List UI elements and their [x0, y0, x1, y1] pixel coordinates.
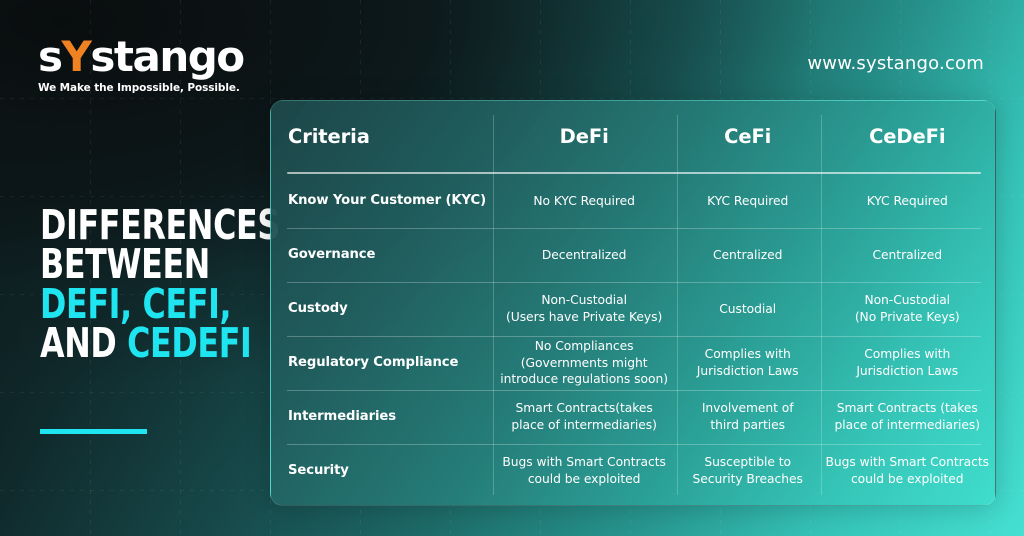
headline-accent-cedefi: CEDEFI	[127, 319, 252, 368]
cell-cefi: Custodial	[719, 301, 777, 316]
row-criteria-label: Custody	[288, 300, 348, 316]
header-cedefi: CeDeFi	[869, 125, 946, 148]
table-row: Security Bugs with Smart Contracts could b…	[271, 444, 995, 498]
cell-cefi: Complies with Jurisdiction Laws	[696, 347, 799, 378]
cell-cedefi: Centralized	[872, 247, 943, 262]
infographic-canvas: sYstango We Make the Impossible, Possibl…	[0, 0, 1024, 536]
header-cefi: CeFi	[724, 125, 772, 148]
cell-cedefi: Smart Contracts (takes place of intermedi…	[834, 401, 981, 432]
brand-logo: sYstango We Make the Impossible, Possibl…	[38, 36, 288, 95]
cell-defi: Decentralized	[541, 247, 627, 262]
row-criteria-label: Intermediaries	[288, 408, 397, 424]
header-criteria: Criteria	[288, 125, 370, 148]
logo-wordmark: sYstango	[38, 36, 288, 78]
cell-cefi: Centralized	[712, 247, 783, 262]
row-criteria-label: Governance	[288, 246, 376, 262]
headline-underline-bar	[40, 429, 147, 434]
cell-cefi: Susceptible to Security Breaches	[692, 455, 803, 486]
cell-defi: No KYC Required	[533, 193, 635, 208]
table-row: Custody Non-Custodial (Users have Private …	[271, 282, 995, 336]
header-defi: DeFi	[559, 125, 609, 148]
cell-defi: Bugs with Smart Contracts could be exploi…	[502, 455, 666, 486]
cell-cefi: KYC Required	[707, 193, 789, 208]
cell-cedefi: Complies with Jurisdiction Laws	[856, 347, 959, 378]
row-criteria-label: Know Your Customer (KYC)	[288, 192, 487, 208]
comparison-table: Criteria DeFi CeFi CeDeFi Know Your Cust…	[270, 100, 996, 506]
table-row: Governance Decentralized Centralized Centra…	[271, 228, 995, 282]
headline-and: AND	[40, 319, 128, 368]
row-criteria-label: Security	[288, 462, 349, 478]
logo-tagline: We Make the Impossible, Possible.	[38, 82, 240, 94]
cell-cedefi: KYC Required	[866, 193, 948, 208]
logo-text-post: stango	[90, 32, 245, 81]
page-title: DIFFERENCES BETWEEN DEFI, CEFI, AND CEDE…	[40, 204, 280, 364]
cell-defi: Smart Contracts(takes place of intermedia…	[511, 401, 657, 432]
cell-cefi: Involvement of third parties	[701, 401, 794, 432]
logo-text-pre: s	[38, 32, 63, 81]
cell-defi: Non-Custodial (Users have Private Keys)	[506, 293, 663, 324]
table-row: Know Your Customer (KYC) No KYC Required K…	[271, 174, 995, 228]
headline-line-4: AND CEDEFI	[40, 323, 252, 364]
logo-letter-y: Y	[61, 32, 92, 81]
cell-cedefi: Bugs with Smart Contracts could be exploi…	[825, 455, 989, 486]
cell-defi: No Compliances (Governments might introduc…	[500, 339, 668, 387]
table-body: Know Your Customer (KYC) No KYC Required K…	[271, 174, 995, 505]
table-row: Intermediaries Smart Contracts(takes place…	[271, 390, 995, 444]
row-criteria-label: Regulatory Compliance	[288, 354, 459, 370]
website-url[interactable]: www.systango.com	[807, 53, 984, 74]
cell-cedefi: Non-Custodial (No Private Keys)	[854, 293, 960, 324]
table-header-row: Criteria DeFi CeFi CeDeFi	[271, 101, 995, 172]
table-row: Regulatory Compliance No Compliances (Gove…	[271, 336, 995, 390]
